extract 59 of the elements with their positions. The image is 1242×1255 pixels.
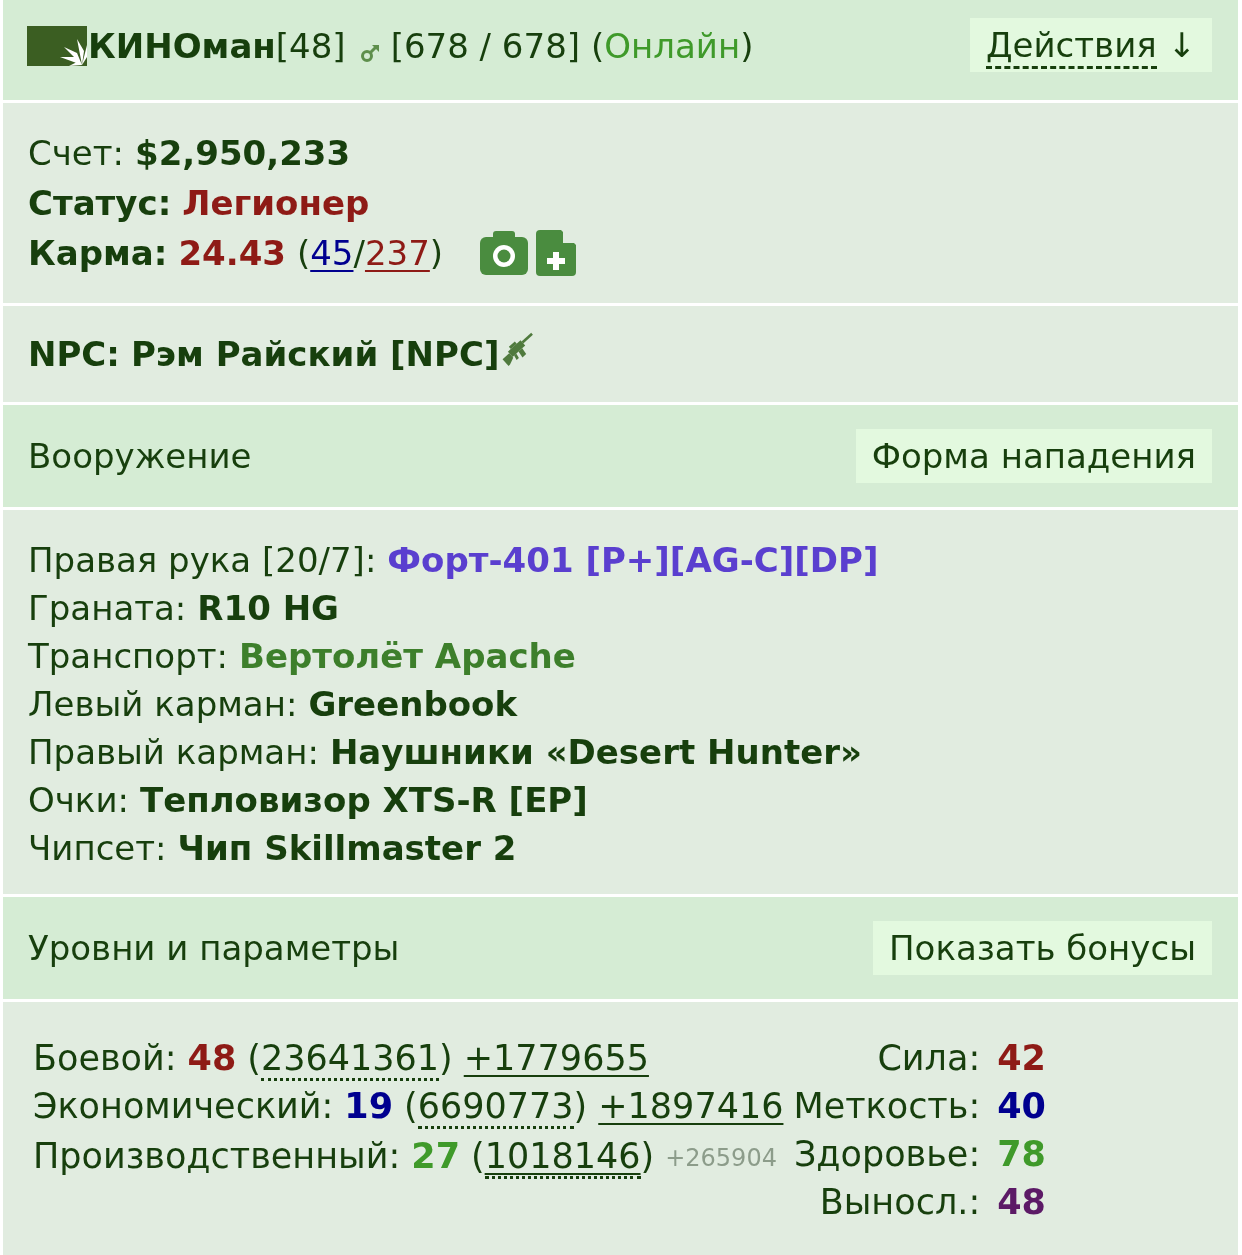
positive-votes-link[interactable]: 45 — [310, 233, 354, 273]
attribute-label: Здоровье: — [793, 1133, 981, 1176]
npc-name-link[interactable]: Рэм Райский [NPC] — [130, 329, 500, 379]
skill-level: 48 — [187, 1037, 237, 1080]
equipment-item-link[interactable]: Greenbook — [308, 679, 518, 728]
weapons-section-title: Вооружение — [28, 435, 252, 478]
male-symbol-icon — [359, 43, 380, 63]
player-level: [48] — [275, 25, 346, 68]
player-name: КИНОман — [88, 25, 276, 68]
equipment-item-link[interactable]: Форт-401 [P+][AG-C][DP] — [387, 535, 879, 584]
online-status: (Онлайн) — [591, 25, 754, 68]
attribute-value: 48 — [997, 1181, 1046, 1224]
file-plus-icon[interactable] — [536, 230, 577, 276]
attribute-value: 40 — [997, 1085, 1046, 1128]
actions-button[interactable]: Действия ↓ — [970, 18, 1212, 72]
skill-label: Экономический: — [33, 1085, 334, 1128]
status-label: Статус: — [28, 182, 172, 225]
levels-section-title: Уровни и параметры — [28, 927, 400, 970]
attribute-label: Меткость: — [793, 1085, 981, 1128]
attribute-value: 78 — [997, 1133, 1046, 1176]
account-value: $2,950,233 — [135, 132, 351, 175]
npc-label: NPC: — [28, 333, 120, 376]
equipment-item-link[interactable]: Наушники «Desert Hunter» — [329, 727, 862, 776]
equipment-slot-label: Транспорт: — [28, 634, 228, 678]
equipment-item-link[interactable]: Вертолёт Apache — [239, 631, 576, 680]
equipment-slot-label: Левый карман: — [28, 682, 298, 726]
attribute-label: Сила: — [876, 1037, 981, 1080]
karma-value: 24.43 — [178, 232, 286, 275]
camera-icon[interactable] — [480, 231, 529, 275]
experience-points: (1018146) — [471, 1132, 655, 1180]
levels-section-button[interactable]: Показать бонусы — [873, 921, 1212, 975]
account-label: Счет: — [28, 132, 124, 175]
equipment-item-link[interactable]: Тепловизор XTS-R [EP] — [139, 775, 588, 824]
attribute-value: 42 — [997, 1037, 1046, 1080]
skill-level: 27 — [411, 1135, 460, 1178]
experience-gain-note: +265904 — [665, 1143, 777, 1174]
experience-link[interactable]: 1018146 — [484, 1136, 641, 1179]
experience-points: (6690773) — [404, 1082, 588, 1130]
negative-votes-link[interactable]: 237 — [364, 233, 430, 273]
karma-votes: (45/237) — [296, 232, 444, 275]
experience-points: (23641361) — [247, 1034, 453, 1082]
experience-gain-link[interactable]: +1897416 — [598, 1082, 784, 1130]
equipment-slot-label: Правый карман: — [28, 730, 319, 774]
equipment-slot-label: Чипсет: — [28, 826, 167, 870]
skill-label: Производственный: — [33, 1135, 401, 1178]
attribute-label: Выносл.: — [818, 1181, 981, 1224]
equipment-slot-label: Правая рука [20/7]: — [28, 538, 377, 582]
karma-label: Карма: — [28, 232, 168, 275]
health-counter: [678 / 678] — [390, 25, 581, 68]
leaf-badge-icon — [27, 26, 87, 66]
equipment-slot-label: Граната: — [28, 586, 187, 630]
equipment-item-link[interactable]: Чип Skillmaster 2 — [177, 823, 517, 872]
status-value: Легионер — [182, 182, 370, 225]
experience-gain-link[interactable]: +1779655 — [463, 1034, 649, 1082]
skill-level: 19 — [344, 1085, 394, 1128]
equipment-slot-label: Очки: — [28, 778, 129, 822]
equipment-item-link[interactable]: R10 HG — [197, 583, 339, 632]
weapons-section-button[interactable]: Форма нападения — [855, 429, 1212, 483]
skill-label: Боевой: — [33, 1037, 177, 1080]
